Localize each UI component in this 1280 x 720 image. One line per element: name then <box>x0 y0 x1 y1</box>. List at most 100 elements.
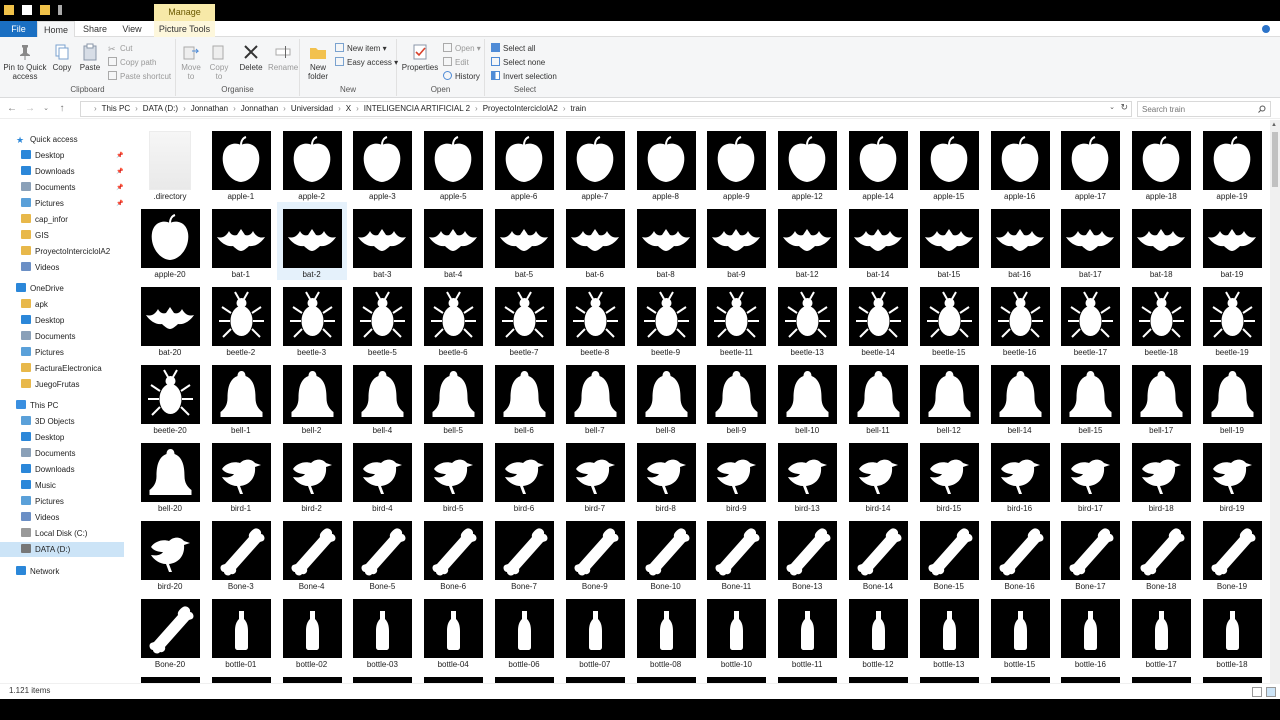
file-item[interactable]: bell-6 <box>489 358 559 436</box>
file-item[interactable]: Bone-4 <box>277 514 347 592</box>
file-item[interactable]: bat-6 <box>560 202 630 280</box>
pin-icon[interactable]: 📌 <box>116 169 123 175</box>
file-item[interactable]: beetle-5 <box>347 280 417 358</box>
file-item[interactable]: bell-10 <box>772 358 842 436</box>
sidebar-item-proyectointerciclola2-nav[interactable]: ProyectoInterciclolA2 <box>21 244 110 259</box>
file-item[interactable]: bird-2 <box>277 436 347 514</box>
file-item[interactable]: bat-15 <box>914 202 984 280</box>
file-item[interactable]: apple-17 <box>1055 124 1125 202</box>
file-item[interactable]: bird-1 <box>206 436 276 514</box>
breadcrumb-item[interactable]: ProyectoInterciclolA2 <box>483 104 558 113</box>
file-item[interactable]: apple-1 <box>206 124 276 202</box>
sidebar-item-onedrive-desktop-nav[interactable]: Desktop <box>21 313 64 328</box>
file-item[interactable]: beetle-2 <box>206 280 276 358</box>
back-arrow-icon[interactable]: ← <box>6 103 18 115</box>
file-item[interactable]: apple-18 <box>1126 124 1196 202</box>
breadcrumb-separator[interactable]: › <box>563 104 566 113</box>
customize-toolbar-icon[interactable] <box>58 5 62 15</box>
search-box[interactable] <box>1137 101 1271 117</box>
sidebar-item-pc-documents-nav[interactable]: Documents <box>21 446 75 461</box>
sidebar-item-gis-nav[interactable]: GIS <box>21 228 49 243</box>
file-item-partial[interactable] <box>206 670 276 683</box>
file-item-partial[interactable] <box>631 670 701 683</box>
details-view-icon[interactable] <box>1252 687 1262 697</box>
file-item[interactable]: Bone-19 <box>1197 514 1267 592</box>
file-item[interactable]: bottle-08 <box>631 592 701 670</box>
file-item[interactable]: beetle-8 <box>560 280 630 358</box>
sidebar-item-documents-nav[interactable]: Documents <box>21 180 75 195</box>
file-item[interactable]: apple-19 <box>1197 124 1267 202</box>
search-icon[interactable] <box>1258 105 1266 113</box>
file-item[interactable]: bat-4 <box>418 202 488 280</box>
file-item[interactable]: beetle-3 <box>277 280 347 358</box>
file-item[interactable]: beetle-17 <box>1055 280 1125 358</box>
breadcrumb-item[interactable]: X <box>346 104 351 113</box>
file-item[interactable]: beetle-9 <box>631 280 701 358</box>
file-item-partial[interactable] <box>1197 670 1267 683</box>
sidebar-item-pc-3d-objects-nav[interactable]: 3D Objects <box>21 414 75 429</box>
file-item[interactable]: apple-9 <box>701 124 771 202</box>
breadcrumb-item[interactable]: Universidad <box>291 104 333 113</box>
file-item[interactable]: bird-4 <box>347 436 417 514</box>
pin-quick-access-button[interactable]: Pin to Quick access <box>3 43 47 81</box>
history-button[interactable]: History <box>443 71 480 83</box>
file-item[interactable]: bottle-13 <box>914 592 984 670</box>
file-item[interactable]: bird-7 <box>560 436 630 514</box>
file-item[interactable]: bell-15 <box>1055 358 1125 436</box>
file-item[interactable]: bottle-16 <box>1055 592 1125 670</box>
scroll-up-icon[interactable]: ▲ <box>1271 122 1277 128</box>
file-item[interactable]: bottle-04 <box>418 592 488 670</box>
pin-icon[interactable]: 📌 <box>116 153 123 159</box>
delete-button[interactable]: Delete <box>238 43 264 72</box>
file-item[interactable]: bell-12 <box>914 358 984 436</box>
new-folder-button[interactable]: New folder <box>304 43 332 81</box>
sidebar-item-pc-data-d--nav[interactable]: DATA (D:) <box>0 542 124 557</box>
paste-shortcut-button[interactable]: Paste shortcut <box>108 71 171 83</box>
breadcrumb-separator[interactable]: › <box>283 104 286 113</box>
search-input[interactable] <box>1142 103 1252 115</box>
file-item[interactable]: bird-8 <box>631 436 701 514</box>
breadcrumb-separator[interactable]: › <box>356 104 359 113</box>
pin-icon[interactable]: 📌 <box>116 201 123 207</box>
file-item[interactable]: bell-14 <box>985 358 1055 436</box>
sidebar-item-pc-downloads-nav[interactable]: Downloads <box>21 462 75 477</box>
file-item[interactable]: Bone-17 <box>1055 514 1125 592</box>
breadcrumb-separator[interactable]: › <box>94 104 97 113</box>
file-item[interactable]: apple-15 <box>914 124 984 202</box>
breadcrumb-separator[interactable]: › <box>475 104 478 113</box>
sidebar-item-onedrive-facturaelectronica-nav[interactable]: FacturaElectronica <box>21 361 102 376</box>
file-item[interactable]: bottle-10 <box>701 592 771 670</box>
help-icon[interactable] <box>1262 25 1270 33</box>
file-item[interactable]: beetle-6 <box>418 280 488 358</box>
file-item[interactable]: bottle-03 <box>347 592 417 670</box>
properties-quick-icon[interactable] <box>22 5 32 15</box>
file-item[interactable]: bat-18 <box>1126 202 1196 280</box>
address-dropdown-icon[interactable]: ⌄ <box>1109 103 1115 111</box>
file-item[interactable]: bat-3 <box>347 202 417 280</box>
sidebar-item-videos-nav[interactable]: Videos <box>21 260 59 275</box>
file-item[interactable]: Bone-3 <box>206 514 276 592</box>
file-item[interactable]: beetle-20 <box>135 358 205 436</box>
file-item[interactable]: bottle-11 <box>772 592 842 670</box>
file-item[interactable]: apple-7 <box>560 124 630 202</box>
copy-button[interactable]: Copy <box>50 43 74 72</box>
file-item[interactable]: apple-6 <box>489 124 559 202</box>
file-item[interactable]: Bone-11 <box>701 514 771 592</box>
scrollbar-thumb[interactable] <box>1272 132 1278 187</box>
file-item[interactable]: bell-17 <box>1126 358 1196 436</box>
file-item[interactable]: bird-18 <box>1126 436 1196 514</box>
refresh-icon[interactable]: ↻ <box>1120 102 1128 113</box>
file-item[interactable]: bell-7 <box>560 358 630 436</box>
file-item[interactable]: bat-1 <box>206 202 276 280</box>
easy-access-button[interactable]: Easy access ▾ <box>335 57 398 69</box>
breadcrumb-item[interactable]: This PC <box>102 104 130 113</box>
file-item[interactable]: bat-20 <box>135 280 205 358</box>
manage-contextual-tab[interactable]: Manage <box>154 4 215 21</box>
file-item[interactable]: bat-19 <box>1197 202 1267 280</box>
sidebar-item-pictures-nav[interactable]: Pictures <box>21 196 64 211</box>
file-item-partial[interactable] <box>418 670 488 683</box>
tab-share[interactable]: Share <box>80 21 110 37</box>
file-item[interactable]: bird-9 <box>701 436 771 514</box>
file-item[interactable]: bell-1 <box>206 358 276 436</box>
onedrive-nav[interactable]: OneDrive <box>16 281 64 296</box>
